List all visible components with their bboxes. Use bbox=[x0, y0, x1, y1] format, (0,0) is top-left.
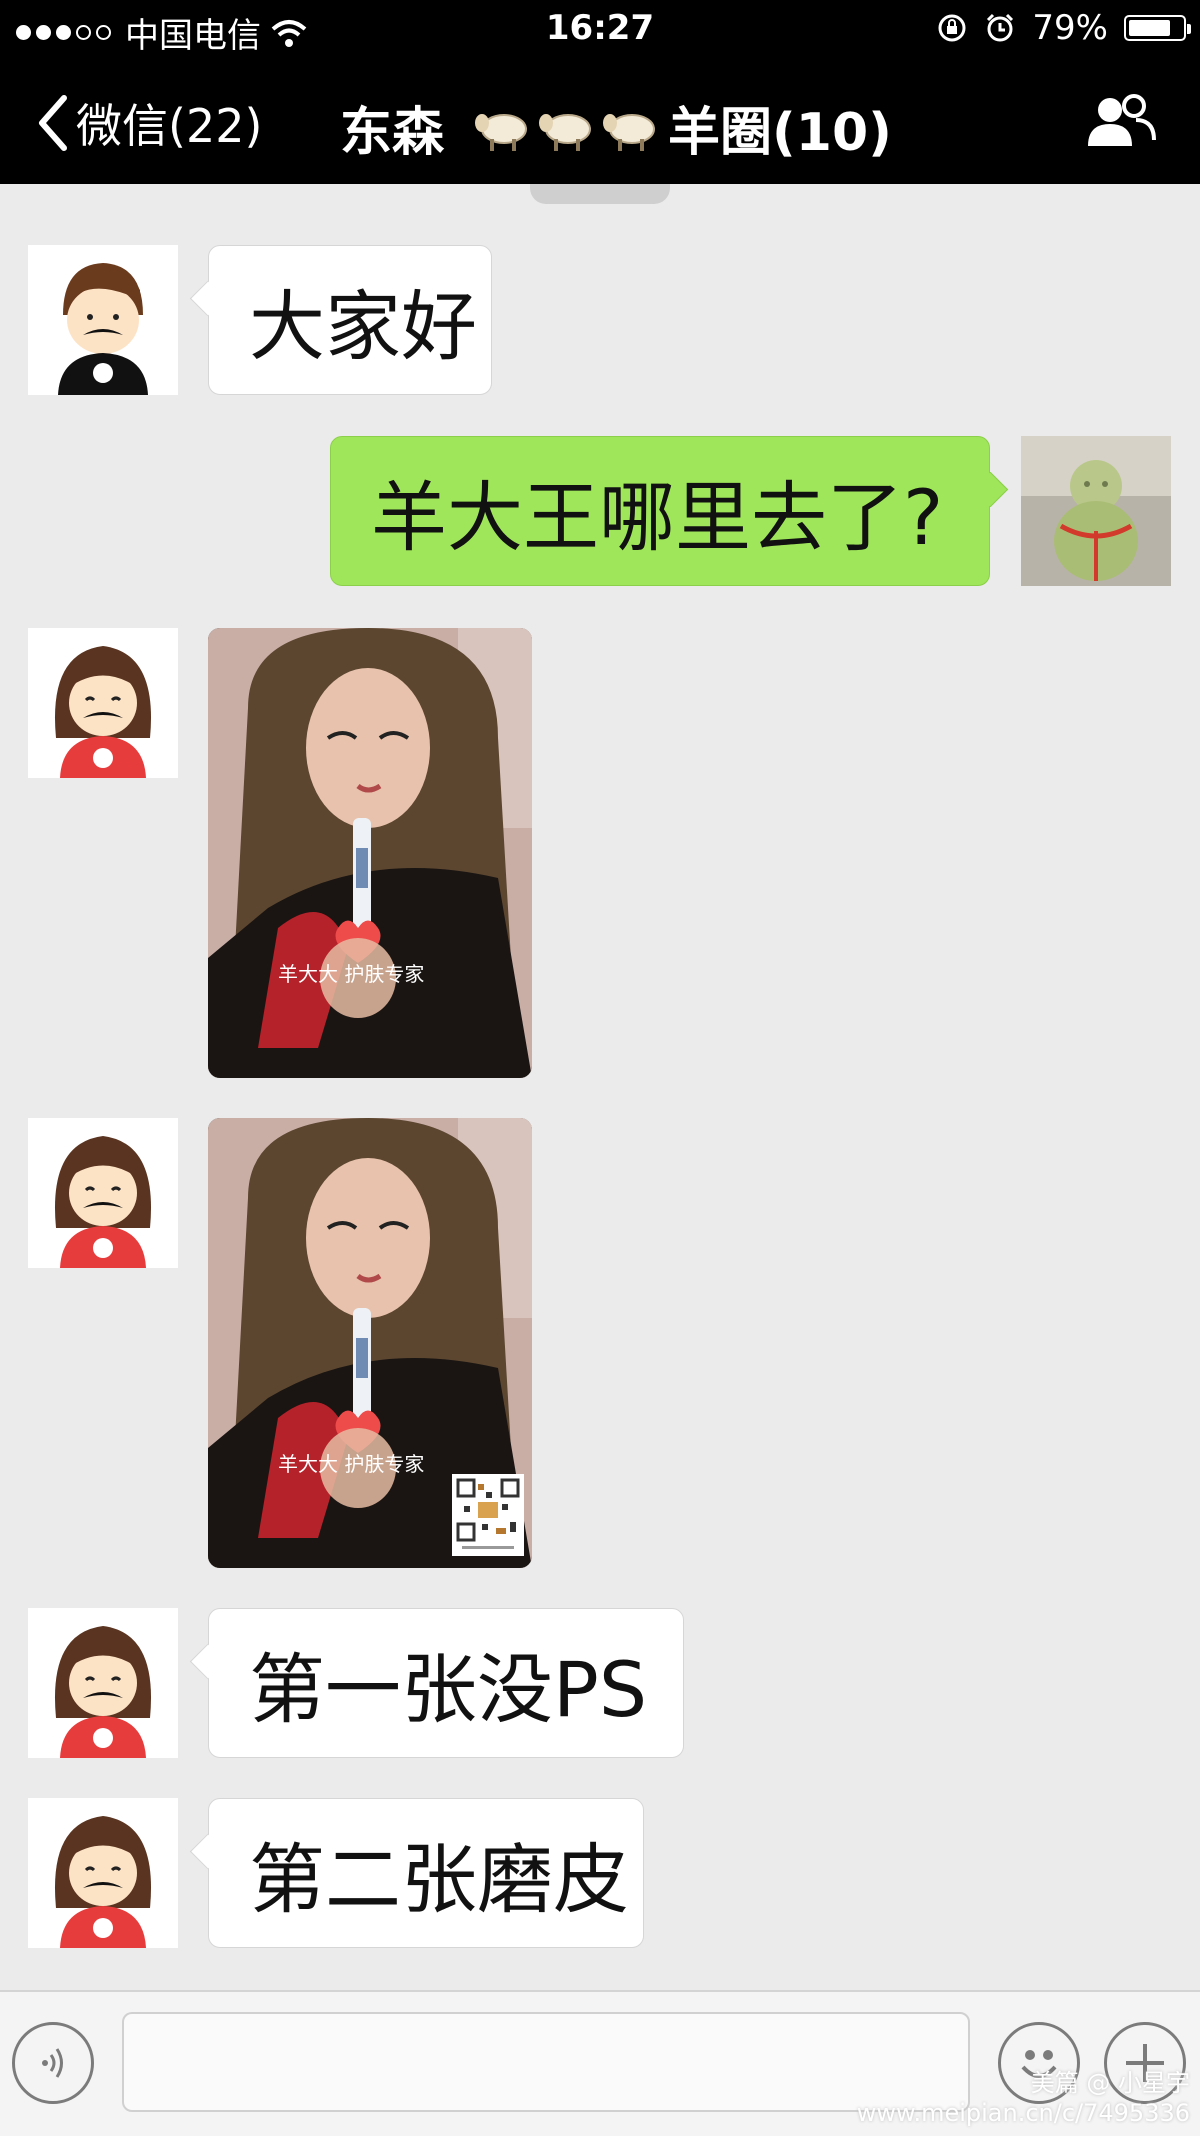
chat-title-group: 羊圈(10) bbox=[668, 103, 892, 163]
battery-percent: 79% bbox=[1032, 8, 1108, 48]
voice-icon bbox=[42, 2048, 63, 2078]
image-message[interactable]: 羊大大 护肤专家 bbox=[208, 628, 532, 1078]
watermark: 美篇 @ 小星宇 www.meipian.cn/c/7495336 bbox=[857, 2068, 1190, 2128]
avatar-boy[interactable] bbox=[28, 245, 178, 395]
sent-message-bubble[interactable]: 羊大王哪里去了? bbox=[330, 436, 990, 586]
sheep-icon bbox=[475, 113, 528, 151]
pull-handle bbox=[530, 184, 670, 204]
avatar-girl[interactable] bbox=[28, 628, 178, 778]
avatar-girl[interactable] bbox=[28, 1798, 178, 1948]
qr-code bbox=[452, 1474, 524, 1556]
battery-fill bbox=[1129, 20, 1170, 36]
voice-button[interactable] bbox=[12, 2022, 94, 2104]
avatar-self[interactable] bbox=[1021, 436, 1171, 586]
back-label: 微信(22) bbox=[76, 99, 263, 153]
message-text: 羊大王哪里去了? bbox=[371, 473, 944, 562]
image-caption: 羊大大 护肤专家 bbox=[278, 962, 425, 986]
avatar-girl-image bbox=[28, 628, 178, 778]
avatar-girl[interactable] bbox=[28, 1608, 178, 1758]
avatar-self-image bbox=[1021, 436, 1171, 586]
chevron-left-icon bbox=[39, 95, 67, 151]
watermark-line1: 美篇 @ 小星宇 bbox=[1030, 2069, 1190, 2097]
avatar-girl-image bbox=[28, 1118, 178, 1268]
watermark-line2: www.meipian.cn/c/7495336 bbox=[856, 2099, 1190, 2127]
avatar-girl-image bbox=[28, 1608, 178, 1758]
message-text: 大家好 bbox=[249, 282, 477, 371]
input-bar: 美篇 @ 小星宇 www.meipian.cn/c/7495336 bbox=[0, 1990, 1200, 2136]
image-message[interactable]: 羊大大 护肤专家 bbox=[208, 1118, 532, 1568]
message-bubble[interactable]: 大家好 bbox=[208, 245, 492, 395]
message-text: 第一张没PS bbox=[249, 1645, 648, 1734]
selfie-photo bbox=[208, 628, 532, 1078]
avatar-girl[interactable] bbox=[28, 1118, 178, 1268]
battery-icon bbox=[1124, 15, 1191, 41]
sheep-emoji-icons bbox=[474, 103, 662, 153]
status-right: 79% bbox=[936, 8, 1191, 48]
sheep-icon bbox=[539, 113, 592, 151]
avatar-boy-image bbox=[28, 245, 178, 395]
avatar-girl-image bbox=[28, 1798, 178, 1948]
rotation-lock-icon bbox=[938, 14, 966, 42]
group-members-icon bbox=[1088, 94, 1156, 146]
message-text: 第二张磨皮 bbox=[249, 1835, 629, 1924]
message-input[interactable] bbox=[122, 2012, 970, 2112]
message-bubble[interactable]: 第二张磨皮 bbox=[208, 1798, 644, 1948]
chat-header: 微信(22) 东森 羊圈(10) bbox=[0, 60, 1200, 184]
back-button[interactable]: 微信(22) bbox=[36, 90, 262, 156]
group-members-button[interactable] bbox=[1086, 92, 1156, 152]
status-bar: 中国电信 16:27 79% bbox=[0, 0, 1200, 60]
chat-title: 东森 羊圈(10) bbox=[340, 90, 892, 165]
alarm-icon bbox=[987, 13, 1014, 42]
chat-title-name: 东森 bbox=[340, 103, 445, 163]
message-bubble[interactable]: 第一张没PS bbox=[208, 1608, 684, 1758]
sheep-icon bbox=[603, 113, 656, 151]
image-caption: 羊大大 护肤专家 bbox=[278, 1452, 425, 1476]
